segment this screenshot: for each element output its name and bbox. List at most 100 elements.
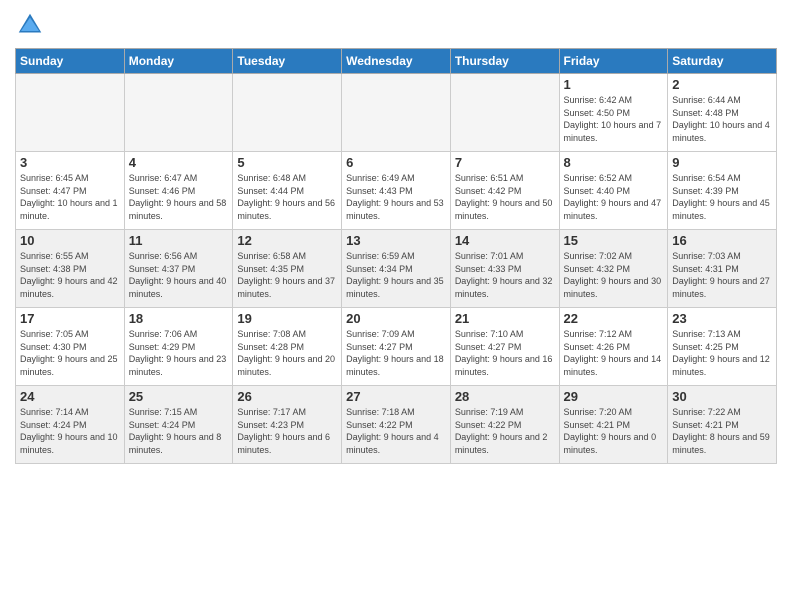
day-info: Sunrise: 7:08 AM Sunset: 4:28 PM Dayligh… bbox=[237, 328, 337, 378]
calendar-cell bbox=[342, 74, 451, 152]
day-info: Sunrise: 6:42 AM Sunset: 4:50 PM Dayligh… bbox=[564, 94, 664, 144]
day-number: 3 bbox=[20, 155, 120, 170]
calendar-cell: 3 Sunrise: 6:45 AM Sunset: 4:47 PM Daylig… bbox=[16, 152, 125, 230]
col-header-thursday: Thursday bbox=[450, 49, 559, 74]
day-number: 2 bbox=[672, 77, 772, 92]
page-container: SundayMondayTuesdayWednesdayThursdayFrid… bbox=[0, 0, 792, 474]
day-info: Sunrise: 6:44 AM Sunset: 4:48 PM Dayligh… bbox=[672, 94, 772, 144]
day-info: Sunrise: 6:55 AM Sunset: 4:38 PM Dayligh… bbox=[20, 250, 120, 300]
day-number: 7 bbox=[455, 155, 555, 170]
header bbox=[15, 10, 777, 40]
day-number: 30 bbox=[672, 389, 772, 404]
day-info: Sunrise: 6:56 AM Sunset: 4:37 PM Dayligh… bbox=[129, 250, 229, 300]
day-info: Sunrise: 6:47 AM Sunset: 4:46 PM Dayligh… bbox=[129, 172, 229, 222]
calendar-table: SundayMondayTuesdayWednesdayThursdayFrid… bbox=[15, 48, 777, 464]
calendar-cell bbox=[233, 74, 342, 152]
col-header-friday: Friday bbox=[559, 49, 668, 74]
calendar-cell: 16Sunrise: 7:03 AM Sunset: 4:31 PM Dayli… bbox=[668, 230, 777, 308]
day-number: 25 bbox=[129, 389, 229, 404]
calendar-cell: 6 Sunrise: 6:49 AM Sunset: 4:43 PM Daylig… bbox=[342, 152, 451, 230]
calendar-cell: 5Sunrise: 6:48 AM Sunset: 4:44 PM Daylig… bbox=[233, 152, 342, 230]
day-number: 14 bbox=[455, 233, 555, 248]
calendar-cell: 26 Sunrise: 7:17 AM Sunset: 4:23 PM Dayli… bbox=[233, 386, 342, 464]
calendar-cell bbox=[124, 74, 233, 152]
calendar-cell: 21 Sunrise: 7:10 AM Sunset: 4:27 PM Dayli… bbox=[450, 308, 559, 386]
calendar-cell: 20 Sunrise: 7:09 AM Sunset: 4:27 PM Dayli… bbox=[342, 308, 451, 386]
calendar-cell: 17Sunrise: 7:05 AM Sunset: 4:30 PM Dayli… bbox=[16, 308, 125, 386]
day-info: Sunrise: 6:58 AM Sunset: 4:35 PM Dayligh… bbox=[237, 250, 337, 300]
calendar-cell: 30 Sunrise: 7:22 AM Sunset: 4:21 PM Dayli… bbox=[668, 386, 777, 464]
day-number: 20 bbox=[346, 311, 446, 326]
week-row-0: 1 Sunrise: 6:42 AM Sunset: 4:50 PM Daylig… bbox=[16, 74, 777, 152]
day-info: Sunrise: 7:22 AM Sunset: 4:21 PM Dayligh… bbox=[672, 406, 772, 456]
calendar-cell: 10 Sunrise: 6:55 AM Sunset: 4:38 PM Dayli… bbox=[16, 230, 125, 308]
day-info: Sunrise: 7:10 AM Sunset: 4:27 PM Dayligh… bbox=[455, 328, 555, 378]
day-info: Sunrise: 7:12 AM Sunset: 4:26 PM Dayligh… bbox=[564, 328, 664, 378]
col-header-saturday: Saturday bbox=[668, 49, 777, 74]
day-number: 29 bbox=[564, 389, 664, 404]
calendar-cell: 18 Sunrise: 7:06 AM Sunset: 4:29 PM Dayli… bbox=[124, 308, 233, 386]
calendar-cell: 8Sunrise: 6:52 AM Sunset: 4:40 PM Daylig… bbox=[559, 152, 668, 230]
calendar-cell: 29 Sunrise: 7:20 AM Sunset: 4:21 PM Dayli… bbox=[559, 386, 668, 464]
day-info: Sunrise: 7:06 AM Sunset: 4:29 PM Dayligh… bbox=[129, 328, 229, 378]
day-info: Sunrise: 7:19 AM Sunset: 4:22 PM Dayligh… bbox=[455, 406, 555, 456]
calendar-cell: 27Sunrise: 7:18 AM Sunset: 4:22 PM Dayli… bbox=[342, 386, 451, 464]
day-info: Sunrise: 7:02 AM Sunset: 4:32 PM Dayligh… bbox=[564, 250, 664, 300]
calendar-cell: 7Sunrise: 6:51 AM Sunset: 4:42 PM Daylig… bbox=[450, 152, 559, 230]
day-info: Sunrise: 7:17 AM Sunset: 4:23 PM Dayligh… bbox=[237, 406, 337, 456]
day-number: 21 bbox=[455, 311, 555, 326]
day-info: Sunrise: 6:45 AM Sunset: 4:47 PM Dayligh… bbox=[20, 172, 120, 222]
day-info: Sunrise: 7:09 AM Sunset: 4:27 PM Dayligh… bbox=[346, 328, 446, 378]
calendar-cell: 25 Sunrise: 7:15 AM Sunset: 4:24 PM Dayli… bbox=[124, 386, 233, 464]
logo bbox=[15, 10, 49, 40]
day-number: 6 bbox=[346, 155, 446, 170]
col-header-tuesday: Tuesday bbox=[233, 49, 342, 74]
week-row-2: 10 Sunrise: 6:55 AM Sunset: 4:38 PM Dayli… bbox=[16, 230, 777, 308]
day-info: Sunrise: 7:20 AM Sunset: 4:21 PM Dayligh… bbox=[564, 406, 664, 456]
calendar-cell: 11 Sunrise: 6:56 AM Sunset: 4:37 PM Dayli… bbox=[124, 230, 233, 308]
day-number: 26 bbox=[237, 389, 337, 404]
day-info: Sunrise: 7:14 AM Sunset: 4:24 PM Dayligh… bbox=[20, 406, 120, 456]
col-header-wednesday: Wednesday bbox=[342, 49, 451, 74]
col-header-monday: Monday bbox=[124, 49, 233, 74]
day-number: 23 bbox=[672, 311, 772, 326]
calendar-cell: 15 Sunrise: 7:02 AM Sunset: 4:32 PM Dayli… bbox=[559, 230, 668, 308]
day-number: 18 bbox=[129, 311, 229, 326]
day-number: 4 bbox=[129, 155, 229, 170]
day-number: 10 bbox=[20, 233, 120, 248]
day-info: Sunrise: 7:05 AM Sunset: 4:30 PM Dayligh… bbox=[20, 328, 120, 378]
day-info: Sunrise: 6:49 AM Sunset: 4:43 PM Dayligh… bbox=[346, 172, 446, 222]
calendar-cell bbox=[450, 74, 559, 152]
calendar-cell: 23Sunrise: 7:13 AM Sunset: 4:25 PM Dayli… bbox=[668, 308, 777, 386]
day-number: 27 bbox=[346, 389, 446, 404]
day-number: 11 bbox=[129, 233, 229, 248]
calendar-cell: 14 Sunrise: 7:01 AM Sunset: 4:33 PM Dayli… bbox=[450, 230, 559, 308]
calendar-cell: 13 Sunrise: 6:59 AM Sunset: 4:34 PM Dayli… bbox=[342, 230, 451, 308]
calendar-cell: 28Sunrise: 7:19 AM Sunset: 4:22 PM Dayli… bbox=[450, 386, 559, 464]
calendar-cell: 12 Sunrise: 6:58 AM Sunset: 4:35 PM Dayli… bbox=[233, 230, 342, 308]
calendar-cell: 2 Sunrise: 6:44 AM Sunset: 4:48 PM Daylig… bbox=[668, 74, 777, 152]
day-info: Sunrise: 7:03 AM Sunset: 4:31 PM Dayligh… bbox=[672, 250, 772, 300]
week-row-3: 17Sunrise: 7:05 AM Sunset: 4:30 PM Dayli… bbox=[16, 308, 777, 386]
day-info: Sunrise: 6:54 AM Sunset: 4:39 PM Dayligh… bbox=[672, 172, 772, 222]
calendar-cell bbox=[16, 74, 125, 152]
calendar-cell: 19Sunrise: 7:08 AM Sunset: 4:28 PM Dayli… bbox=[233, 308, 342, 386]
day-number: 15 bbox=[564, 233, 664, 248]
calendar-cell: 9 Sunrise: 6:54 AM Sunset: 4:39 PM Daylig… bbox=[668, 152, 777, 230]
calendar-cell: 1 Sunrise: 6:42 AM Sunset: 4:50 PM Daylig… bbox=[559, 74, 668, 152]
day-number: 13 bbox=[346, 233, 446, 248]
calendar-cell: 24 Sunrise: 7:14 AM Sunset: 4:24 PM Dayli… bbox=[16, 386, 125, 464]
day-number: 12 bbox=[237, 233, 337, 248]
calendar-cell: 22 Sunrise: 7:12 AM Sunset: 4:26 PM Dayli… bbox=[559, 308, 668, 386]
day-info: Sunrise: 7:01 AM Sunset: 4:33 PM Dayligh… bbox=[455, 250, 555, 300]
day-number: 22 bbox=[564, 311, 664, 326]
day-info: Sunrise: 6:59 AM Sunset: 4:34 PM Dayligh… bbox=[346, 250, 446, 300]
logo-icon bbox=[15, 10, 45, 40]
day-number: 5 bbox=[237, 155, 337, 170]
day-number: 9 bbox=[672, 155, 772, 170]
day-number: 1 bbox=[564, 77, 664, 92]
day-number: 24 bbox=[20, 389, 120, 404]
calendar-cell: 4 Sunrise: 6:47 AM Sunset: 4:46 PM Daylig… bbox=[124, 152, 233, 230]
header-row: SundayMondayTuesdayWednesdayThursdayFrid… bbox=[16, 49, 777, 74]
day-info: Sunrise: 7:15 AM Sunset: 4:24 PM Dayligh… bbox=[129, 406, 229, 456]
